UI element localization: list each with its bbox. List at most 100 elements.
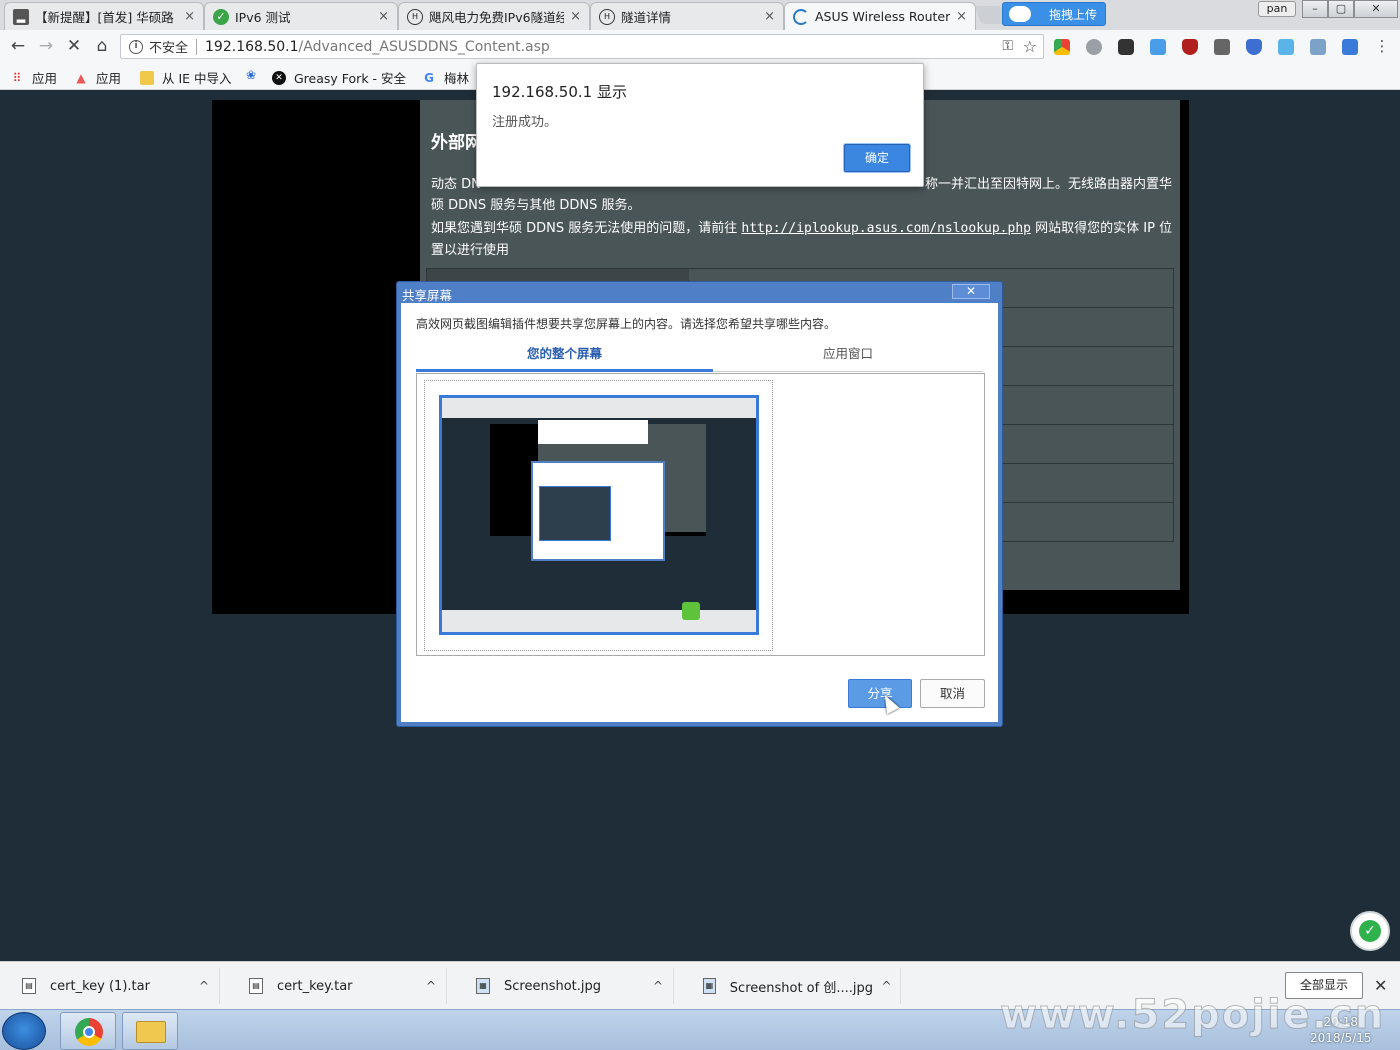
tab-entire-screen[interactable]: 您的整个屏幕: [416, 336, 713, 372]
url-host: 192.168.50.1: [205, 38, 299, 55]
address-bar[interactable]: i 不安全 192.168.50.1 /Advanced_ASUSDDNS_Co…: [120, 34, 1044, 59]
upload-button[interactable]: 拖拽上传: [1002, 2, 1106, 26]
security-shield-button[interactable]: ✓: [1350, 911, 1390, 951]
maximize-button[interactable]: ▢: [1328, 0, 1354, 18]
share-button[interactable]: 分享: [848, 679, 912, 708]
bookmark-label: 梅林: [444, 71, 470, 86]
tab-title: 飓风电力免费IPv6隧道经: [429, 10, 565, 25]
iplookup-link[interactable]: http://iplookup.asus.com/nslookup.php: [741, 221, 1031, 236]
router-desc-line2: 硕 DDNS 服务与其他 DDNS 服务。: [431, 198, 641, 213]
router-desc-right: 称一并汇出至因特网上。无线路由器内置华: [925, 177, 1173, 192]
start-button[interactable]: [2, 1012, 46, 1050]
close-icon[interactable]: ×: [184, 9, 195, 24]
bookmark-ie-import[interactable]: 从 IE 中导入: [140, 68, 232, 87]
extension-icon[interactable]: [1310, 39, 1326, 55]
chevron-up-icon[interactable]: ^: [416, 979, 446, 993]
check-icon: ✓: [213, 8, 229, 25]
bookmark-star-icon[interactable]: ☆: [1023, 37, 1037, 56]
chevron-up-icon[interactable]: ^: [873, 979, 900, 993]
back-icon[interactable]: ←: [8, 36, 28, 56]
stop-icon[interactable]: ✕: [64, 36, 84, 56]
download-item[interactable]: ▦ Screenshot.jpg ^: [454, 968, 674, 1004]
bookmark-baidu[interactable]: ❀: [244, 68, 266, 82]
shield-ext-icon[interactable]: [1246, 39, 1262, 55]
chrome-center: [83, 1026, 95, 1038]
share-screen-dialog: 共享屏幕 ✕ 高效网页截图编辑插件想要共享您屏幕上的内容。请选择您希望共享哪些内…: [396, 281, 1003, 727]
chrome-apps-icon: ▲: [76, 70, 86, 85]
loading-icon: [793, 8, 809, 25]
taskbar-chrome[interactable]: [60, 1012, 116, 1050]
tab-strip: ▂ 【新提醒】[首发] 华硕路 × ✓ IPv6 测试 × H 飓风电力免费IP…: [0, 0, 1400, 30]
close-icon[interactable]: ×: [956, 9, 967, 24]
archive-file-icon: ▤: [249, 978, 263, 994]
ublock-icon[interactable]: [1182, 39, 1198, 55]
cancel-button[interactable]: 取消: [920, 679, 985, 708]
router-desc-left: 动态 DN: [431, 177, 481, 192]
bookmark-label: Greasy Fork - 安全: [294, 71, 407, 86]
tab-title: IPv6 测试: [235, 10, 291, 25]
tab-title: 【新提醒】[首发] 华硕路: [35, 10, 174, 25]
alert-ok-button[interactable]: 确定: [844, 144, 910, 172]
taskbar-explorer[interactable]: [122, 1012, 178, 1050]
divider: [196, 38, 198, 55]
url-path: /Advanced_ASUSDDNS_Content.asp: [298, 38, 550, 55]
bookmark-apps[interactable]: ⠿ 应用: [10, 68, 57, 87]
home-icon[interactable]: ⌂: [92, 36, 112, 56]
chevron-up-icon[interactable]: ^: [643, 979, 673, 993]
google-icon: G: [424, 70, 434, 85]
tab-he-tunnel[interactable]: H 飓风电力免费IPv6隧道经 ×: [398, 2, 590, 30]
tab-huashuo[interactable]: ▂ 【新提醒】[首发] 华硕路 ×: [4, 2, 204, 30]
greasyfork-icon: ✕: [272, 70, 286, 85]
router-page-title: 外部网: [431, 133, 482, 153]
browser-toolbar: ← → ✕ ⌂ i 不安全 192.168.50.1 /Advanced_ASU…: [0, 30, 1400, 62]
archive-file-icon: ▤: [22, 978, 36, 994]
extension-icon[interactable]: [1278, 39, 1294, 55]
menu-icon[interactable]: ⋮: [1372, 36, 1392, 56]
extension-icon[interactable]: [1086, 39, 1102, 55]
download-item[interactable]: ▤ cert_key.tar ^: [227, 968, 447, 1004]
download-filename: Screenshot of 创....jpg: [729, 980, 873, 996]
router-desc-text: 网站取得您的实体 IP 位: [1035, 221, 1173, 236]
extension-icon[interactable]: [1054, 39, 1070, 55]
download-item[interactable]: ▤ cert_key (1).tar ^: [0, 968, 220, 1004]
forward-icon[interactable]: →: [36, 36, 56, 56]
close-window-button[interactable]: ✕: [1354, 0, 1398, 18]
tab-application-window[interactable]: 应用窗口: [713, 336, 983, 372]
bookmark-label: 应用: [32, 71, 58, 86]
close-icon[interactable]: ×: [764, 9, 775, 24]
alert-title: 192.168.50.1 显示: [492, 83, 627, 101]
screen-option[interactable]: [424, 380, 773, 651]
close-icon[interactable]: ×: [570, 9, 581, 24]
he-icon: H: [599, 8, 615, 25]
extension-icon[interactable]: [1118, 39, 1134, 55]
profile-button[interactable]: pan: [1258, 1, 1296, 17]
bookmark-merlin[interactable]: G 梅林: [422, 68, 469, 87]
extension-icon[interactable]: [1342, 39, 1358, 55]
info-icon[interactable]: i: [129, 39, 143, 54]
download-item[interactable]: ▦ Screenshot of 创....jpg ^: [681, 968, 901, 1004]
alert-dialog: 192.168.50.1 显示 注册成功。 确定: [476, 63, 924, 187]
tab-tunnel-details[interactable]: H 隧道详情 ×: [590, 2, 784, 30]
extension-icon[interactable]: [1150, 39, 1166, 55]
bookmark-greasyfork[interactable]: ✕ Greasy Fork - 安全: [272, 68, 406, 87]
chevron-up-icon[interactable]: ^: [189, 979, 219, 993]
cloud-icon: [1009, 6, 1031, 22]
share-dialog-body: 高效网页截图编辑插件想要共享您屏幕上的内容。请选择您希望共享哪些内容。 您的整个…: [401, 303, 998, 722]
minimize-button[interactable]: –: [1302, 0, 1328, 18]
close-icon[interactable]: ×: [378, 9, 389, 24]
tab-ipv6-test[interactable]: ✓ IPv6 测试 ×: [204, 2, 398, 30]
key-icon[interactable]: ⚿: [1002, 38, 1013, 54]
download-filename: cert_key.tar: [277, 978, 353, 994]
download-filename: cert_key (1).tar: [50, 978, 150, 994]
upload-label: 拖拽上传: [1049, 7, 1098, 22]
bookmark-label: 应用: [96, 71, 122, 86]
screen-list: [416, 373, 985, 656]
bookmark-chrome-apps[interactable]: ▲ 应用: [74, 68, 121, 87]
close-icon[interactable]: ✕: [952, 284, 990, 299]
security-label: 不安全: [149, 41, 189, 56]
extension-icon[interactable]: [1214, 39, 1230, 55]
tab-asus-router[interactable]: ASUS Wireless Router F ×: [784, 2, 976, 30]
image-file-icon: ▦: [476, 978, 490, 994]
share-dialog-title: 共享屏幕: [402, 288, 453, 303]
paw-icon: ❀: [245, 68, 257, 82]
